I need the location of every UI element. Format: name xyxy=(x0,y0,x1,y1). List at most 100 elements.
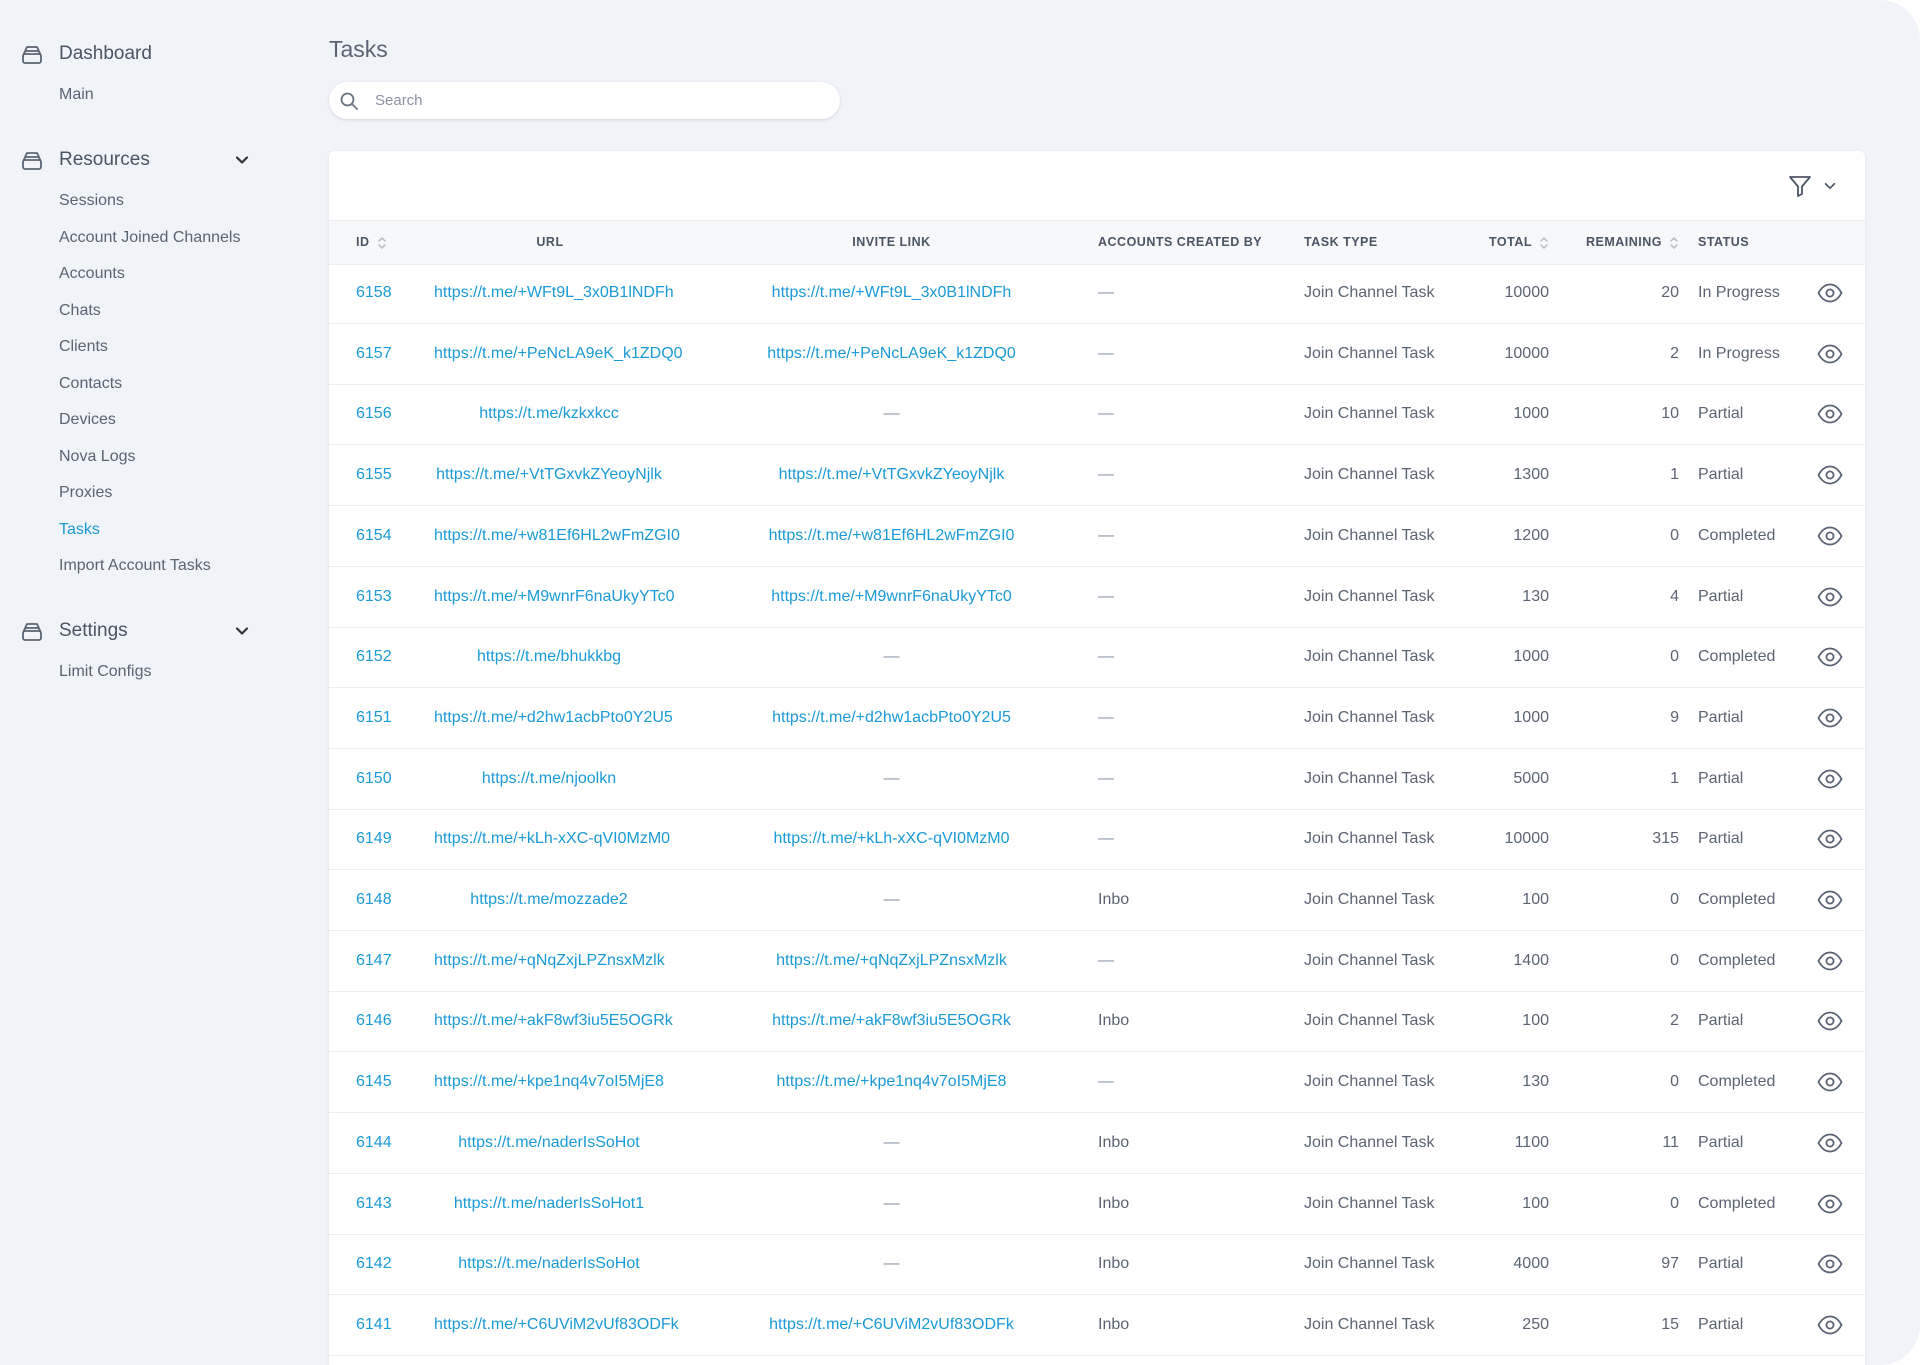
url-link[interactable]: https://t.me/+kLh-xXC-qVI0MzM0 xyxy=(434,809,670,869)
sidebar-group-resources[interactable]: Resources xyxy=(20,140,260,180)
status-text: Partial xyxy=(1698,1315,1744,1333)
invite-link[interactable]: https://t.me/+qNqZxjLPZnsxMzlk xyxy=(759,931,1024,991)
url-link[interactable]: https://t.me/+M9wnrF6naUkyYTc0 xyxy=(434,567,675,627)
url-link[interactable]: https://t.me/+qNqZxjLPZnsxMzlk xyxy=(434,931,665,991)
url-link[interactable]: https://t.me/bhukkbg xyxy=(434,627,664,687)
sidebar-group-label: Settings xyxy=(59,620,128,641)
eye-icon[interactable] xyxy=(1817,1194,1843,1214)
task-id-link[interactable]: 6158 xyxy=(356,263,392,323)
sidebar-item-account-joined-channels[interactable]: Account Joined Channels xyxy=(59,226,240,250)
sidebar-group-settings[interactable]: Settings xyxy=(20,611,260,651)
sidebar-item-devices[interactable]: Devices xyxy=(59,408,116,432)
column-header-remaining[interactable]: REMAINING xyxy=(1586,221,1679,264)
eye-icon[interactable] xyxy=(1817,1072,1843,1092)
task-type: Join Channel Task xyxy=(1304,1255,1435,1273)
eye-icon[interactable] xyxy=(1817,344,1843,364)
task-id-link[interactable]: 6153 xyxy=(356,567,392,627)
task-id-link[interactable]: 6149 xyxy=(356,809,392,869)
task-id-link[interactable]: 6156 xyxy=(356,384,392,444)
sidebar-item-clients[interactable]: Clients xyxy=(59,335,108,359)
task-id-link[interactable]: 6146 xyxy=(356,991,392,1051)
task-id-link[interactable]: 6152 xyxy=(356,627,392,687)
chevron-down-icon[interactable] xyxy=(234,623,250,639)
eye-icon[interactable] xyxy=(1817,1315,1843,1335)
sidebar-item-main[interactable]: Main xyxy=(59,83,94,107)
sidebar-item-nova-logs[interactable]: Nova Logs xyxy=(59,445,136,469)
task-id-link[interactable]: 6144 xyxy=(356,1113,392,1173)
url-link[interactable]: https://t.me/+WFt9L_3x0B1lNDFh xyxy=(434,263,674,323)
remaining-value: 9 xyxy=(1670,708,1679,726)
invite-link[interactable]: https://t.me/+M9wnrF6naUkyYTc0 xyxy=(759,567,1024,627)
invite-link[interactable]: https://t.me/+PeNcLA9eK_k1ZDQ0 xyxy=(759,324,1024,384)
eye-icon[interactable] xyxy=(1817,526,1843,546)
sidebar-item-limit-configs[interactable]: Limit Configs xyxy=(59,660,151,684)
eye-icon[interactable] xyxy=(1817,708,1843,728)
task-type: Join Channel Task xyxy=(1304,405,1435,423)
sidebar-item-sessions[interactable]: Sessions xyxy=(59,189,124,213)
invite-link[interactable]: https://t.me/+C6UViM2vUf83ODFk xyxy=(759,1295,1024,1355)
eye-icon[interactable] xyxy=(1817,829,1843,849)
eye-icon[interactable] xyxy=(1817,1133,1843,1153)
invite-link[interactable]: https://t.me/+kpe1nq4v7oI5MjE8 xyxy=(759,1052,1024,1112)
remaining-value: 15 xyxy=(1661,1315,1679,1333)
url-link[interactable]: https://t.me/+PeNcLA9eK_k1ZDQ0 xyxy=(434,324,683,384)
task-id-link[interactable]: 6145 xyxy=(356,1052,392,1112)
sidebar-group-dashboard[interactable]: Dashboard xyxy=(20,34,260,74)
task-id-link[interactable]: 6143 xyxy=(356,1174,392,1234)
url-link[interactable]: https://t.me/naderIsSoHot1 xyxy=(434,1174,664,1234)
url-link[interactable]: https://t.me/naderIsSoHot xyxy=(434,1113,664,1173)
filter-button[interactable] xyxy=(1787,171,1843,201)
eye-icon[interactable] xyxy=(1817,587,1843,607)
url-link[interactable]: https://t.me/mozzade2 xyxy=(434,870,664,930)
task-id-link[interactable]: 6154 xyxy=(356,506,392,566)
task-id-link[interactable]: 6141 xyxy=(356,1295,392,1355)
remaining-value: 0 xyxy=(1670,526,1679,544)
eye-icon[interactable] xyxy=(1817,1011,1843,1031)
sidebar-item-import-account-tasks[interactable]: Import Account Tasks xyxy=(59,554,211,578)
url-link[interactable]: https://t.me/+akF8wf3iu5E5OGRk xyxy=(434,991,673,1051)
invite-link[interactable]: https://t.me/+akF8wf3iu5E5OGRk xyxy=(759,991,1024,1051)
chevron-down-icon[interactable] xyxy=(234,152,250,168)
url-link[interactable]: https://t.me/njoolkn xyxy=(434,749,664,809)
search-bar[interactable] xyxy=(329,82,840,119)
eye-icon[interactable] xyxy=(1817,465,1843,485)
sort-icon[interactable] xyxy=(1669,235,1679,251)
url-link[interactable]: https://t.me/+C6UViM2vUf83ODFk xyxy=(434,1295,679,1355)
task-id-link[interactable]: 6155 xyxy=(356,445,392,505)
invite-link[interactable]: https://t.me/+kLh-xXC-qVI0MzM0 xyxy=(759,809,1024,869)
sidebar-item-proxies[interactable]: Proxies xyxy=(59,481,112,505)
search-input[interactable] xyxy=(373,91,817,110)
task-id-link[interactable]: 6150 xyxy=(356,749,392,809)
eye-icon[interactable] xyxy=(1817,951,1843,971)
column-header-id[interactable]: ID xyxy=(356,221,387,264)
invite-link[interactable]: https://t.me/+d2hw1acbPto0Y2U5 xyxy=(759,688,1024,748)
column-header-total[interactable]: TOTAL xyxy=(1489,221,1549,264)
task-id-link[interactable]: 6142 xyxy=(356,1234,392,1294)
invite-link[interactable]: https://t.me/+VtTGxvkZYeoyNjlk xyxy=(759,445,1024,505)
url-link[interactable]: https://t.me/naderIsSoHot xyxy=(434,1234,664,1294)
eye-icon[interactable] xyxy=(1817,890,1843,910)
task-id-link[interactable]: 6151 xyxy=(356,688,392,748)
invite-link[interactable]: https://t.me/+w81Ef6HL2wFmZGI0 xyxy=(759,506,1024,566)
eye-icon[interactable] xyxy=(1817,1254,1843,1274)
invite-link[interactable]: https://t.me/+WFt9L_3x0B1lNDFh xyxy=(759,263,1024,323)
task-id-link[interactable]: 6147 xyxy=(356,931,392,991)
url-link[interactable]: https://t.me/kzkxkcc xyxy=(434,384,664,444)
url-link[interactable]: https://t.me/+VtTGxvkZYeoyNjlk xyxy=(434,445,664,505)
task-id-link[interactable]: 6148 xyxy=(356,870,392,930)
sort-icon[interactable] xyxy=(1539,235,1549,251)
sidebar-item-chats[interactable]: Chats xyxy=(59,299,101,323)
eye-icon[interactable] xyxy=(1817,647,1843,667)
sidebar-item-contacts[interactable]: Contacts xyxy=(59,372,122,396)
sort-icon[interactable] xyxy=(377,235,387,251)
eye-icon[interactable] xyxy=(1817,769,1843,789)
eye-icon[interactable] xyxy=(1817,404,1843,424)
eye-icon[interactable] xyxy=(1817,283,1843,303)
sidebar-item-tasks[interactable]: Tasks xyxy=(59,518,100,542)
url-link[interactable]: https://t.me/+kpe1nq4v7oI5MjE8 xyxy=(434,1052,664,1112)
sidebar-item-accounts[interactable]: Accounts xyxy=(59,262,125,286)
total-value: 1300 xyxy=(1513,466,1549,484)
task-id-link[interactable]: 6157 xyxy=(356,324,392,384)
url-link[interactable]: https://t.me/+d2hw1acbPto0Y2U5 xyxy=(434,688,673,748)
url-link[interactable]: https://t.me/+w81Ef6HL2wFmZGI0 xyxy=(434,506,680,566)
